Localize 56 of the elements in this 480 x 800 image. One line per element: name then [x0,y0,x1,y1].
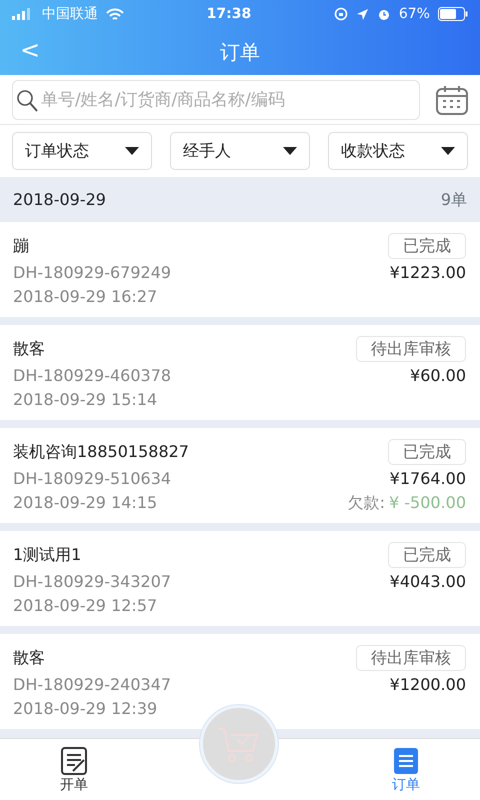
order-number: DH-180929-343207 [13,571,172,593]
customer-name: 1测试用1 [13,544,82,566]
order-count: 9单 [440,188,467,210]
battery-icon [438,7,468,21]
order-amount: ¥1200.00 [390,674,466,696]
caret-icon [125,147,139,155]
order-number: DH-180929-679249 [13,262,172,284]
calendar-icon[interactable] [436,84,468,114]
search-field[interactable]: 单号/姓名/订货商/商品名称/编码 [12,80,420,120]
edit-icon [61,747,87,775]
debt-amount: ¥ -500.00 [388,493,466,512]
status-tag: 已完成 [388,542,466,568]
caret-icon [441,147,455,155]
filter-dropdown[interactable]: 订单状态 [12,132,152,170]
location-icon [356,8,369,20]
order-time: 2018-09-29 15:14 [13,389,158,411]
tab[interactable]: 开单 [24,739,124,800]
filter-dropdown[interactable]: 经手人 [170,132,310,170]
customer-name: 散客 [13,338,45,360]
order-amount: ¥1223.00 [390,262,466,284]
order-time: 2018-09-29 14:15 [13,492,158,514]
order-amount: ¥60.00 [410,365,466,387]
tab[interactable]: 订单 [356,739,456,800]
order-number: DH-180929-460378 [13,365,172,387]
order-card[interactable]: 1测试用1 已完成 DH-180929-343207 ¥4043.00 2018-09-29 12:57 [0,531,480,626]
order-time: 2018-09-29 12:57 [13,595,158,617]
order-card[interactable]: 散客 待出库审核 DH-180929-240347 ¥1200.00 2018-09-29 12:39 [0,634,480,729]
filter-dropdown[interactable]: 收款状态 [328,132,468,170]
order-number: DH-180929-240347 [13,674,172,696]
order-time: 2018-09-29 12:39 [13,698,158,720]
order-card[interactable]: 装机咨询18850158827 已完成 DH-180929-510634 ¥1764.00 2018-09-29 14:15 欠款: ¥ -500.00 [0,428,480,523]
order-card[interactable]: 蹦 已完成 DH-180929-679249 ¥1223.00 2018-09-29 16:27 [0,222,480,317]
carrier-name: 中国联通 [42,4,98,24]
alarm-icon [376,7,391,21]
page-title: 订单 [220,38,260,66]
caret-icon [283,147,297,155]
order-time: 2018-09-29 16:27 [13,286,158,308]
status-time: 17:38 [206,6,252,22]
order-amount: ¥4043.00 [390,571,466,593]
debt-label: 欠款: [348,493,385,512]
group-date: 2018-09-29 [13,188,106,210]
battery-percent: 67% [398,4,430,24]
search-icon [16,88,38,112]
status-tag: 已完成 [388,233,466,259]
order-card[interactable]: 散客 待出库审核 DH-180929-460378 ¥60.00 2018-09-29 15:14 [0,325,480,420]
customer-name: 散客 [13,647,45,669]
rotation-lock-icon [334,7,348,21]
wifi-icon [106,8,124,20]
list-icon [393,747,419,775]
status-tag: 已完成 [388,439,466,465]
order-number: DH-180929-510634 [13,468,172,490]
order-amount: ¥1764.00 [390,468,466,490]
status-tag: 待出库审核 [356,645,466,671]
customer-name: 装机咨询18850158827 [13,441,189,463]
customer-name: 蹦 [13,235,29,257]
status-tag: 待出库审核 [356,336,466,362]
